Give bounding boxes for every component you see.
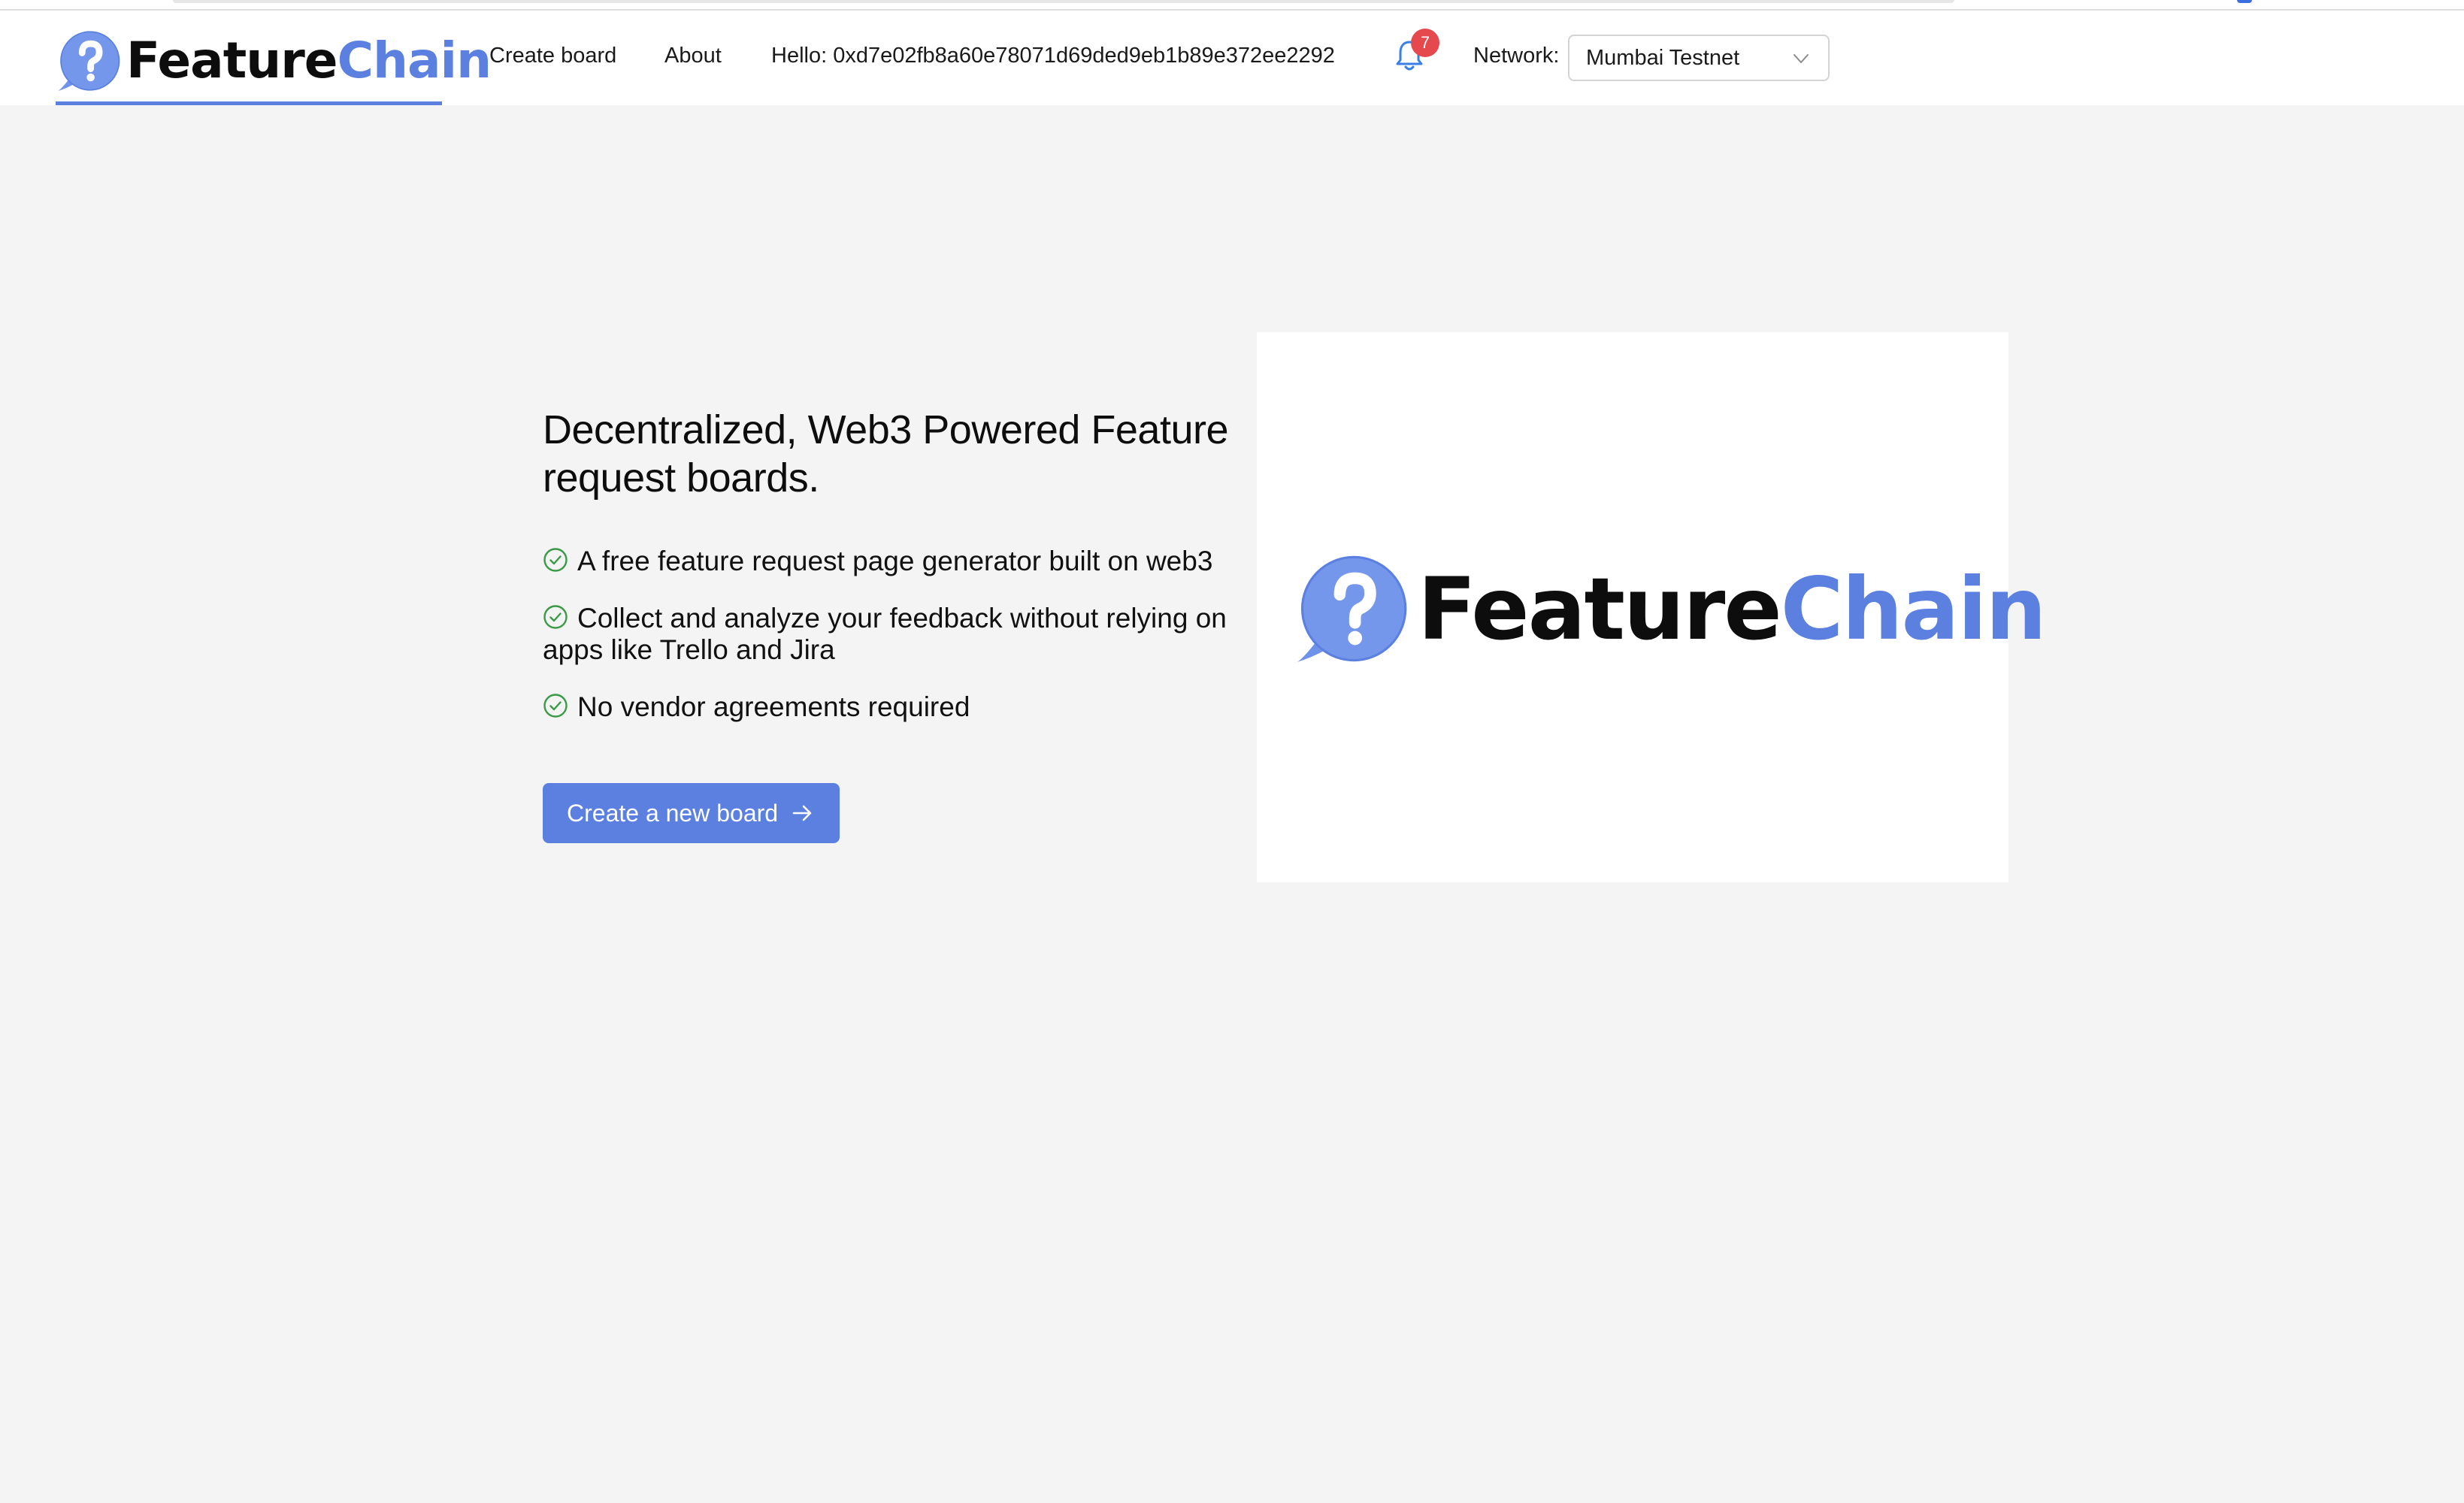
- feature-item: A free feature request page generator bu…: [543, 546, 1264, 577]
- create-new-board-button[interactable]: Create a new board: [543, 783, 840, 843]
- network-label: Network:: [1473, 44, 1560, 68]
- feature-item: No vendor agreements required: [543, 691, 1264, 723]
- create-new-board-label: Create a new board: [567, 799, 779, 827]
- browser-top-strip: [0, 0, 2464, 11]
- nav-about[interactable]: About: [664, 44, 722, 68]
- hero-logo-name: FeatureChain: [1418, 558, 2047, 659]
- brand-name-part2: Chain: [337, 32, 492, 89]
- check-circle-icon: [543, 605, 568, 629]
- network-select[interactable]: Mumbai Testnet: [1568, 35, 1830, 81]
- feature-text: No vendor agreements required: [577, 691, 970, 722]
- feature-text: A free feature request page generator bu…: [577, 546, 1213, 576]
- browser-indicator: [2237, 0, 2252, 3]
- question-bubble-icon: [1295, 555, 1407, 663]
- feature-list: A free feature request page generator bu…: [543, 546, 1264, 723]
- navbar: FeatureChain Create board About Hello: 0…: [0, 11, 2464, 105]
- feature-text: Collect and analyze your feedback withou…: [543, 603, 1227, 665]
- feature-item: Collect and analyze your feedback withou…: [543, 603, 1264, 666]
- notification-count-badge: 7: [1411, 29, 1439, 57]
- hero-text-section: Decentralized, Web3 Powered Feature requ…: [543, 406, 1264, 748]
- hero-logo-name-part1: Feature: [1418, 558, 1782, 659]
- question-bubble-icon: [56, 30, 120, 91]
- brand-logo-link[interactable]: FeatureChain: [56, 30, 492, 105]
- horizontal-scrollbar[interactable]: [173, 0, 1954, 3]
- notifications-button[interactable]: 7: [1394, 29, 1439, 77]
- hero-logo-name-part2: Chain: [1780, 558, 2047, 659]
- hero-title: Decentralized, Web3 Powered Feature requ…: [543, 407, 1229, 500]
- check-circle-icon: [543, 548, 568, 572]
- hero-image-card: FeatureChain: [1257, 332, 2047, 882]
- check-circle-icon: [543, 694, 568, 718]
- hero-logo: FeatureChain: [1293, 550, 2047, 667]
- brand-name-part1: Feature: [126, 32, 338, 89]
- network-selected-value: Mumbai Testnet: [1586, 45, 1740, 70]
- wallet-greeting: Hello: 0xd7e02fb8a60e78071d69ded9eb1b89e…: [771, 44, 1335, 68]
- nav-create-board[interactable]: Create board: [489, 44, 616, 68]
- brand-name: FeatureChain: [126, 32, 492, 89]
- arrow-right-icon: [792, 805, 812, 821]
- chevron-down-icon: [1794, 54, 1809, 63]
